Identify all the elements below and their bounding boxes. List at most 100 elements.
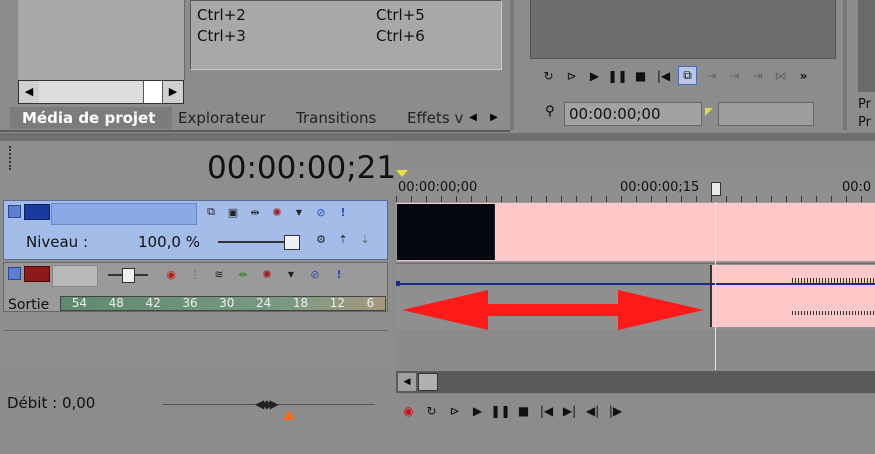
loop-icon[interactable]: ↻	[540, 67, 557, 84]
shortcut-item[interactable]: Ctrl+3	[197, 26, 246, 47]
mute-icon[interactable]: ⊘	[314, 205, 328, 219]
record-icon[interactable]: ◉	[400, 402, 417, 419]
ruler-label: 00:00:00;15	[620, 180, 700, 195]
move-down-icon[interactable]: ⇣	[358, 232, 372, 246]
go-to-start-icon[interactable]: |◀	[538, 402, 555, 419]
volume-slider-thumb[interactable]	[122, 268, 135, 283]
shortcut-item[interactable]: Ctrl+5	[376, 5, 425, 26]
tab-scroll-right-icon[interactable]: ▶	[487, 109, 501, 127]
audio-track-header[interactable]: ◉ ⋮ ≋ ⇹ ✺ ▼ ⊘ ! Sortie 54 48 42 36 30 24…	[3, 262, 388, 313]
preview-mode-icon[interactable]: ⧉	[678, 66, 697, 85]
drag-grip-icon[interactable]	[9, 146, 14, 170]
preview-secondary-box[interactable]	[718, 102, 814, 126]
loop-region-marker[interactable]	[396, 170, 408, 177]
pan-icon[interactable]: ⇹	[236, 267, 250, 281]
track-name-field[interactable]	[51, 203, 197, 225]
volume-envelope[interactable]	[396, 283, 875, 285]
ruler-label: 00:0	[842, 180, 872, 195]
volume-slider[interactable]	[108, 268, 148, 283]
dropdown-icon[interactable]: ▼	[292, 205, 306, 219]
meter-tick: 24	[256, 296, 272, 310]
go-to-start-icon[interactable]: |◀	[655, 67, 672, 84]
level-label: Niveau :	[26, 233, 89, 251]
timeline-hscroll[interactable]: ◀	[396, 371, 875, 393]
red-double-arrow-annotation	[402, 290, 704, 330]
play-from-start-icon[interactable]: ⊳	[563, 67, 580, 84]
video-track-tools: ⧉ ▣ ⇹ ✺ ▼ ⊘ !	[204, 205, 350, 219]
mute-icon[interactable]: ⊘	[308, 267, 322, 281]
window-splitter[interactable]	[0, 133, 875, 141]
media-list[interactable]	[18, 0, 185, 80]
track-collapse-icon[interactable]	[8, 267, 21, 280]
audio-waveform-bottom	[792, 311, 875, 315]
horizontal-scrollbar[interactable]: ◀ ▶	[18, 80, 184, 104]
parent-icon[interactable]: ▣	[226, 205, 240, 219]
trim-end-icon[interactable]: ⇥	[749, 67, 766, 84]
scroll-thumb[interactable]	[418, 373, 438, 391]
timeline-tracks[interactable]	[396, 202, 875, 370]
solo-icon[interactable]: !	[332, 267, 346, 281]
more-icon[interactable]: »	[795, 67, 812, 84]
play-from-start-icon[interactable]: ⊳	[446, 402, 463, 419]
input-bus-icon[interactable]: ⋮	[188, 267, 202, 281]
stop-icon[interactable]: ■	[632, 67, 649, 84]
pause-icon[interactable]: ❚❚	[607, 67, 627, 84]
right-panel-divider[interactable]	[843, 0, 847, 130]
meter-tick: 18	[292, 296, 309, 310]
tab-media-de-projet[interactable]: Média de projet	[10, 107, 172, 129]
audio-event[interactable]	[710, 265, 875, 327]
trim-icon[interactable]: ⇥	[726, 67, 743, 84]
move-up-icon[interactable]: ⇡	[336, 232, 350, 246]
scroll-right-button[interactable]: ▶	[162, 81, 183, 103]
go-to-end-icon[interactable]: ▶|	[561, 402, 578, 419]
tab-scroll-left-icon[interactable]: ◀	[466, 109, 480, 127]
video-track-header[interactable]: ⧉ ▣ ⇹ ✺ ▼ ⊘ ! Niveau : 100,0 % ⚙ ⇡ ⇣	[3, 200, 388, 260]
scroll-left-button[interactable]: ◀	[19, 81, 40, 103]
track-collapse-icon[interactable]	[8, 205, 21, 218]
overlay-icon[interactable]: ⋈	[772, 67, 789, 84]
play-icon[interactable]: ▶	[469, 402, 486, 419]
playhead-handle[interactable]	[711, 182, 721, 196]
audio-track-name-field[interactable]	[52, 265, 98, 287]
invert-phase-icon[interactable]: ≋	[212, 267, 226, 281]
level-slider-thumb[interactable]	[284, 235, 300, 250]
dropdown-icon[interactable]: ▼	[284, 267, 298, 281]
preview-divider[interactable]	[510, 0, 514, 130]
scroll-thumb[interactable]	[39, 81, 144, 103]
fx-icon[interactable]: ✺	[260, 267, 274, 281]
tab-effets[interactable]: Effets v	[407, 107, 463, 129]
shortcut-item[interactable]: Ctrl+2	[197, 5, 246, 26]
video-track-tools-2: ⚙ ⇡ ⇣	[314, 232, 372, 246]
tab-transitions[interactable]: Transitions	[296, 107, 376, 129]
level-value: 100,0 %	[138, 233, 200, 251]
play-icon[interactable]: ▶	[586, 67, 603, 84]
settings-icon[interactable]: ⚙	[314, 232, 328, 246]
stop-icon[interactable]: ■	[515, 402, 532, 419]
prev-frame-icon[interactable]: ◀|	[584, 402, 601, 419]
timeline-ruler[interactable]: 00:00:00;00 00:00:00;15 00:0	[396, 170, 875, 202]
right-panel-video	[858, 0, 875, 92]
cursor-timecode: 00:00:00;21	[207, 150, 397, 186]
rate-slider-thumb[interactable]: ◀◆▶	[255, 397, 279, 411]
next-frame-icon[interactable]: |▶	[607, 402, 624, 419]
right-panel-labels: Pr Pr	[858, 96, 871, 132]
audio-track-tools: ◉ ⋮ ≋ ⇹ ✺ ▼ ⊘ !	[164, 267, 346, 281]
shortcut-col-2: Ctrl+5 Ctrl+6	[376, 5, 425, 47]
rate-slider[interactable]: ◀◆▶	[163, 397, 375, 420]
shortcut-item[interactable]: Ctrl+6	[376, 26, 425, 47]
scroll-left-button[interactable]: ◀	[398, 373, 416, 391]
pause-icon[interactable]: ❚❚	[490, 402, 510, 419]
record-arm-icon[interactable]: ◉	[164, 267, 178, 281]
level-slider[interactable]	[218, 235, 300, 250]
motion-icon[interactable]: ⇹	[248, 205, 262, 219]
envelope-point[interactable]	[396, 281, 400, 286]
solo-icon[interactable]: !	[336, 205, 350, 219]
composite-mode-icon[interactable]: ⧉	[204, 205, 218, 219]
fx-icon[interactable]: ✺	[270, 205, 284, 219]
split-icon[interactable]: ⇥	[703, 67, 720, 84]
loop-icon[interactable]: ↻	[423, 402, 440, 419]
video-event[interactable]	[397, 203, 875, 261]
preview-timecode-box[interactable]: 00:00:00;00	[564, 102, 702, 126]
empty-track-area	[3, 330, 388, 373]
tab-explorateur[interactable]: Explorateur	[178, 107, 265, 129]
